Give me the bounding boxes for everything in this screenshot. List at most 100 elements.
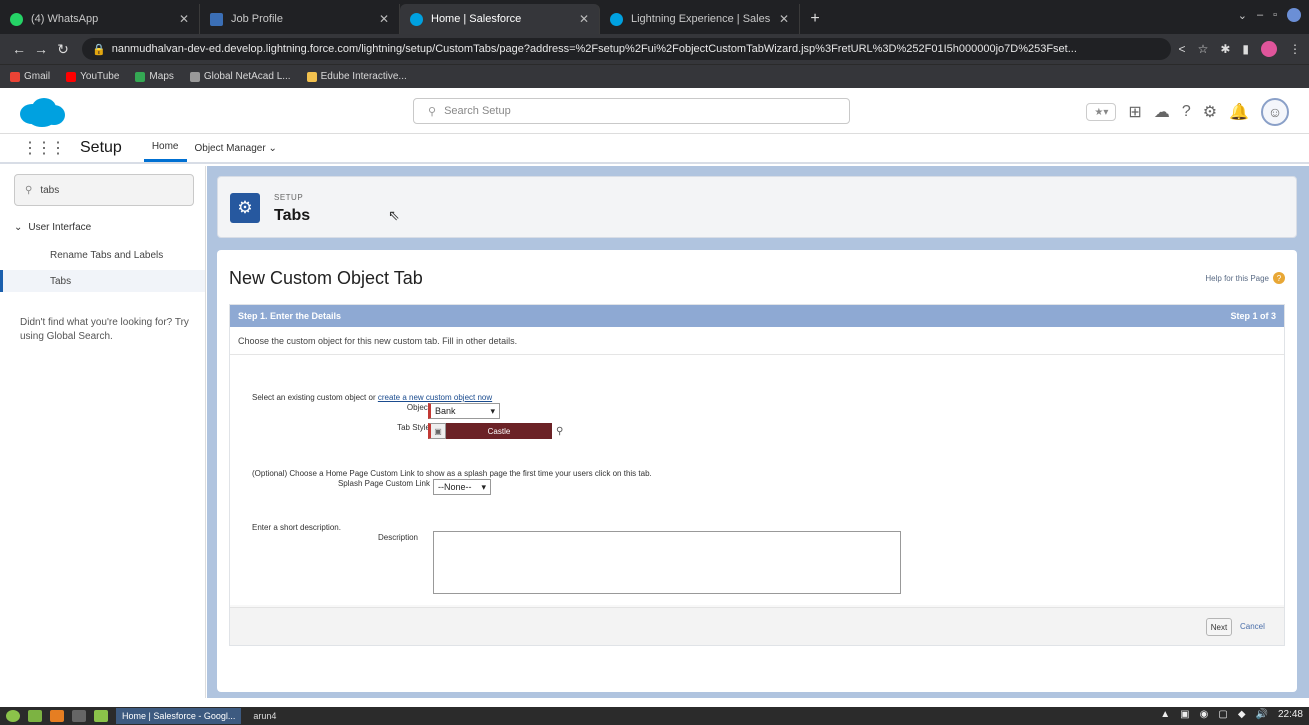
app-launcher-icon[interactable]: ⋮⋮⋮ — [22, 138, 66, 158]
next-button[interactable]: Next — [1206, 618, 1232, 636]
create-custom-object-link[interactable]: create a new custom object now — [378, 393, 492, 402]
tree-item-rename-tabs[interactable]: Rename Tabs and Labels — [0, 244, 205, 266]
splash-page-select[interactable]: --None-- ▾ — [433, 479, 491, 495]
bookmark-edube[interactable]: Edube Interactive... — [306, 71, 407, 82]
favorites-icon[interactable]: ★▾ — [1086, 103, 1117, 121]
salesforce-nav: ⋮⋮⋮ Setup Home Object Manager ⌄ — [0, 134, 1309, 164]
window-close-icon[interactable] — [1287, 8, 1301, 22]
reload-icon[interactable]: ↻ — [52, 41, 74, 58]
step-count: Step 1 of 3 — [1230, 311, 1276, 321]
task-label: Home | Salesforce - Googl... — [122, 711, 236, 721]
display-icon[interactable]: ▢ — [1218, 709, 1227, 720]
salesforce-icon — [410, 12, 423, 26]
object-select[interactable]: Bank ▾ — [428, 403, 500, 419]
url-input[interactable]: 🔒 nanmudhalvan-dev-ed.develop.lightning.… — [82, 38, 1171, 60]
bookmark-gmail[interactable]: Gmail — [10, 71, 50, 82]
salesforce-header: ⚲ Search Setup ★▾ ⊞ ☁ ? ⚙ 🔔 ☺ — [0, 88, 1309, 134]
browser-tab-salesforce-home[interactable]: Home | Salesforce ✕ — [400, 4, 600, 34]
taskbar-item-terminal[interactable]: arun4 — [247, 708, 282, 724]
close-icon[interactable]: ✕ — [179, 12, 189, 26]
minimize-icon[interactable]: – — [1257, 9, 1263, 21]
setup-search-input[interactable]: ⚲ Search Setup — [413, 98, 850, 124]
menu-icon[interactable]: ⋮ — [1289, 42, 1301, 56]
bookmark-maps[interactable]: Maps — [135, 71, 174, 82]
search-icon: ⚲ — [428, 105, 437, 118]
close-icon[interactable]: ✕ — [579, 12, 589, 26]
star-icon[interactable]: ☆ — [1198, 42, 1209, 56]
gear-icon[interactable]: ⚙ — [1203, 102, 1217, 122]
network-icon[interactable]: ◆ — [1238, 709, 1246, 720]
add-icon[interactable]: ⊞ — [1128, 102, 1141, 122]
edube-icon — [306, 71, 317, 82]
tab-style-label: Tab Style — [397, 423, 430, 432]
search-placeholder: Search Setup — [444, 105, 511, 117]
extensions-icon[interactable]: ✱ — [1220, 42, 1230, 56]
close-icon[interactable]: ✕ — [379, 12, 389, 26]
tab-style-picker[interactable]: ▣ Castle ⚲ — [428, 423, 563, 439]
os-taskbar: Home | Salesforce - Googl... arun4 ▲ ▣ ◉… — [0, 707, 1309, 725]
profile-avatar[interactable] — [1261, 41, 1277, 57]
back-icon[interactable]: ← — [8, 41, 30, 57]
help-icon[interactable]: ? — [1182, 103, 1191, 121]
tab-home[interactable]: Home — [143, 134, 187, 162]
lookup-icon[interactable]: ⚲ — [556, 426, 563, 437]
chevron-down-icon: ⌄ — [268, 142, 277, 154]
youtube-icon — [66, 71, 77, 82]
taskbar-item-chrome[interactable]: Home | Salesforce - Googl... — [116, 708, 242, 724]
clipboard-icon[interactable]: ▣ — [1180, 709, 1189, 720]
tree-item-tabs[interactable]: Tabs — [0, 270, 205, 292]
files-icon[interactable] — [28, 710, 42, 722]
maximize-icon[interactable]: ▫ — [1273, 9, 1277, 21]
page-header: ⚙ SETUP Tabs ⇖ — [217, 176, 1297, 238]
splash-value: --None-- — [438, 482, 472, 492]
tree-group-user-interface[interactable]: ⌄ User Interface — [14, 222, 91, 233]
url-text: nanmudhalvan-dev-ed.develop.lightning.fo… — [111, 43, 1077, 55]
volume-icon[interactable]: 🔊 — [1256, 709, 1268, 720]
notification-icon[interactable]: ▲ — [1160, 709, 1170, 720]
quick-find-value: tabs — [40, 184, 60, 196]
share-icon[interactable]: < — [1179, 42, 1186, 56]
salesforce-icon — [610, 12, 623, 26]
close-icon[interactable]: ✕ — [779, 12, 789, 26]
description-textarea[interactable] — [433, 531, 901, 594]
tab-object-manager[interactable]: Object Manager ⌄ — [187, 134, 285, 162]
app-name: Setup — [80, 139, 122, 156]
bell-icon[interactable]: 🔔 — [1229, 102, 1249, 122]
tab-title: Home | Salesforce — [431, 13, 522, 25]
chevron-down-icon: ▾ — [481, 481, 486, 492]
folder-icon — [189, 71, 200, 82]
sidepanel-icon[interactable]: ▮ — [1242, 42, 1249, 56]
browser-tab-job-profile[interactable]: Job Profile ✕ — [200, 4, 400, 34]
terminal-icon[interactable] — [72, 710, 86, 722]
browser-tab-whatsapp[interactable]: (4) WhatsApp ✕ — [0, 4, 200, 34]
step-body: Select an existing custom object or crea… — [230, 355, 1284, 605]
help-link-label: Help for this Page — [1205, 273, 1269, 283]
tab-search-icon[interactable]: ⌄ — [1238, 9, 1247, 22]
description-prompt: Enter a short description. — [252, 523, 341, 532]
clock[interactable]: 22:48 — [1278, 709, 1303, 720]
bookmark-netacad[interactable]: Global NetAcad L... — [189, 71, 291, 82]
bookmark-youtube[interactable]: YouTube — [66, 71, 119, 82]
trailhead-icon[interactable]: ☁ — [1154, 102, 1170, 122]
job-profile-icon — [210, 12, 223, 26]
optional-splash-prompt: (Optional) Choose a Home Page Custom Lin… — [252, 469, 652, 478]
forward-icon[interactable]: → — [30, 41, 52, 57]
description-label: Description — [377, 533, 418, 542]
quick-find-input[interactable]: ⚲ tabs — [14, 174, 194, 206]
help-for-page-link[interactable]: Help for this Page ? — [1205, 272, 1285, 284]
system-tray: ▲ ▣ ◉ ▢ ◆ 🔊 22:48 — [1160, 709, 1303, 720]
maps-icon — [135, 71, 146, 82]
new-tab-button[interactable]: + — [800, 4, 830, 34]
start-menu-icon[interactable] — [6, 710, 20, 722]
bookmark-label: Global NetAcad L... — [203, 71, 291, 82]
browser-tab-lightning[interactable]: Lightning Experience | Sales ✕ — [600, 4, 800, 34]
shield-icon[interactable]: ◉ — [1200, 709, 1209, 720]
cancel-link[interactable]: Cancel — [1240, 622, 1265, 631]
salesforce-logo[interactable] — [18, 96, 66, 128]
content-panel: New Custom Object Tab Help for this Page… — [217, 250, 1297, 692]
folder-icon[interactable] — [94, 710, 108, 722]
user-avatar[interactable]: ☺ — [1261, 98, 1289, 126]
browser-launcher-icon[interactable] — [50, 710, 64, 722]
bookmark-label: YouTube — [80, 71, 120, 82]
browser-tab-bar: (4) WhatsApp ✕ Job Profile ✕ Home | Sale… — [0, 0, 1309, 34]
